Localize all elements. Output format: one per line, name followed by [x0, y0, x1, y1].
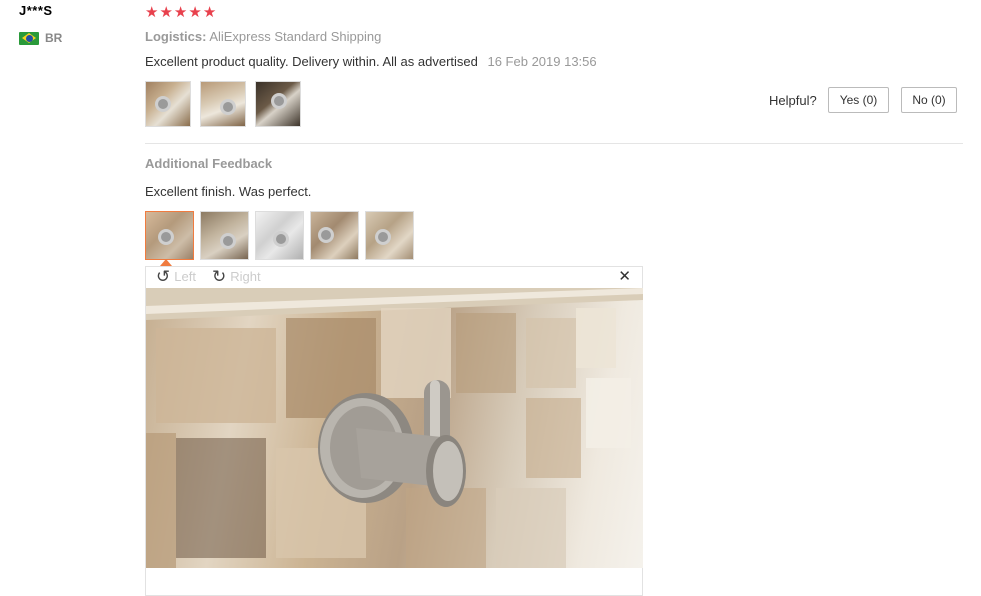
review-date: 16 Feb 2019 13:56: [487, 54, 597, 69]
helpful-no-button[interactable]: No (0): [901, 87, 957, 113]
brazil-flag-icon: [19, 31, 39, 45]
photo-content: [276, 234, 286, 244]
star-icon: ★: [159, 4, 173, 21]
photo-content: [274, 96, 284, 106]
star-icon: ★: [188, 4, 202, 21]
country-code: BR: [45, 31, 63, 45]
additional-feedback-text: Excellent finish. Was perfect.: [145, 184, 312, 199]
star-icon: ★: [202, 4, 217, 21]
feedback-photo[interactable]: [145, 211, 194, 260]
logistics-label: Logistics:: [145, 29, 207, 44]
star-icon: ★: [173, 4, 188, 21]
logistics-value: AliExpress Standard Shipping: [209, 29, 382, 44]
photo-content: [161, 232, 171, 242]
viewer-toolbar: ↺ Left ↻ Right ✕: [146, 267, 642, 288]
review-text: Excellent product quality. Delivery with…: [145, 54, 597, 69]
reviewer-country: BR: [19, 31, 62, 45]
feedback-photo[interactable]: [255, 211, 304, 260]
rotate-right-icon: ↻: [212, 267, 227, 286]
helpful-yes-button[interactable]: Yes (0): [828, 87, 889, 113]
reviewer-name: J***S: [19, 3, 53, 18]
helpful-label: Helpful?: [769, 93, 817, 108]
photo-content: [223, 236, 233, 246]
rotate-right-label: Right: [230, 269, 261, 284]
rotate-left-button[interactable]: ↺ Left: [156, 268, 196, 285]
feedback-photo[interactable]: [365, 211, 414, 260]
review-photo[interactable]: [200, 81, 246, 127]
logistics-info: Logistics: AliExpress Standard Shipping: [145, 29, 381, 44]
review-photo[interactable]: [255, 81, 301, 127]
photo-content: [158, 99, 168, 109]
review-body: Excellent product quality. Delivery with…: [145, 54, 478, 69]
photo-content: [223, 102, 233, 112]
star-rating: ★ ★ ★ ★ ★: [145, 5, 216, 20]
photo-viewer: ↺ Left ↻ Right ✕: [145, 266, 643, 596]
rotate-right-button[interactable]: ↻ Right: [212, 268, 261, 285]
feedback-photo[interactable]: [200, 211, 249, 260]
additional-feedback-title: Additional Feedback: [145, 156, 273, 171]
selected-photo-pointer: [160, 259, 172, 266]
photo-content: [378, 232, 388, 242]
star-icon: ★: [145, 4, 159, 21]
hook-photo-illustration: [146, 288, 643, 568]
review-photo[interactable]: [145, 81, 191, 127]
rotate-left-label: Left: [174, 269, 196, 284]
divider: [145, 143, 963, 144]
photo-content: [321, 230, 331, 240]
viewer-photo: [146, 288, 643, 568]
rotate-left-icon: ↺: [156, 267, 171, 286]
close-icon[interactable]: ✕: [618, 268, 631, 286]
feedback-photo[interactable]: [310, 211, 359, 260]
